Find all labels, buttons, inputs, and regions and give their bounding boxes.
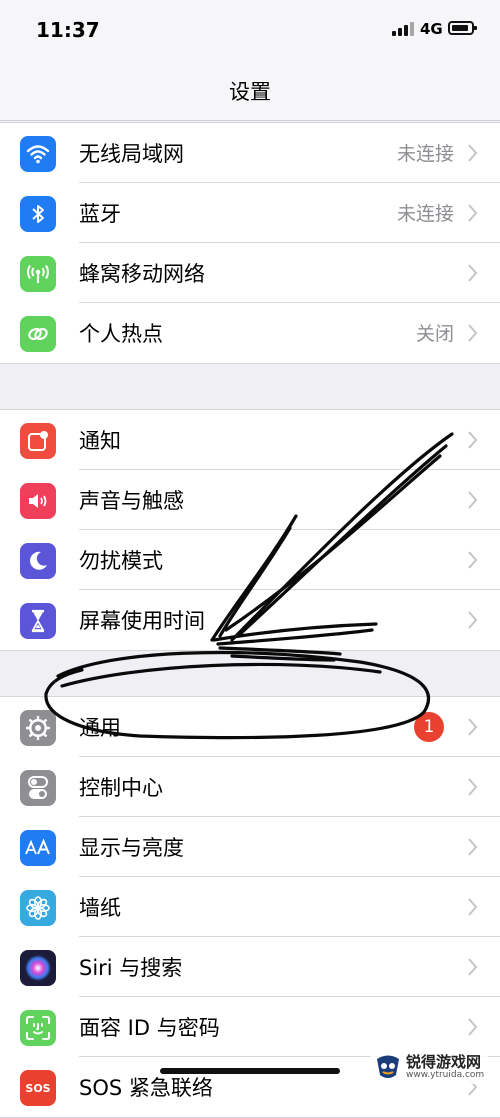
- settings-row-general[interactable]: 通用 1: [0, 697, 500, 757]
- settings-row-label: 无线局域网: [79, 142, 184, 166]
- chevron-right-icon: [468, 838, 478, 856]
- wifi-icon: [20, 136, 56, 172]
- settings-row-hotspot[interactable]: 个人热点 关闭: [0, 303, 500, 363]
- watermark-logo-icon: [374, 1053, 402, 1081]
- watermark-url: www.ytruida.com: [406, 1070, 485, 1080]
- chevron-right-icon: [468, 144, 478, 162]
- settings-row-label: Siri 与搜索: [79, 956, 183, 980]
- hotspot-link-icon: [20, 316, 56, 352]
- settings-row-label: 声音与触感: [79, 489, 184, 513]
- flower-icon: [20, 890, 56, 926]
- settings-row-face-id-passcode[interactable]: 面容 ID 与密码: [0, 997, 500, 1057]
- settings-row-label: 面容 ID 与密码: [79, 1016, 220, 1040]
- moon-icon: [20, 543, 56, 579]
- sos-icon: SOS: [20, 1070, 56, 1106]
- navigation-bar: 设置: [0, 62, 500, 121]
- notification-icon: [20, 423, 56, 459]
- settings-row-value: 关闭: [415, 323, 454, 345]
- chevron-right-icon: [468, 611, 478, 629]
- settings-row-label: 勿扰模式: [79, 549, 163, 573]
- toggle-switches-icon: [20, 770, 56, 806]
- settings-row-screen-time[interactable]: 屏幕使用时间: [0, 590, 500, 650]
- settings-row-control-center[interactable]: 控制中心: [0, 757, 500, 817]
- chevron-right-icon: [468, 1018, 478, 1036]
- settings-row-do-not-disturb[interactable]: 勿扰模式: [0, 530, 500, 590]
- settings-row-value: 未连接: [396, 143, 454, 165]
- settings-row-wifi[interactable]: 无线局域网 未连接: [0, 123, 500, 183]
- settings-row-label: 蓝牙: [79, 202, 121, 226]
- speaker-icon: [20, 483, 56, 519]
- hourglass-icon: [20, 603, 56, 639]
- bluetooth-icon: [20, 196, 56, 232]
- settings-row-label: SOS 紧急联络: [79, 1076, 213, 1100]
- siri-icon: [20, 950, 56, 986]
- update-count-badge: 1: [414, 712, 444, 742]
- watermark-name: 锐得游戏网: [406, 1053, 482, 1071]
- settings-row-label: 通用: [79, 716, 121, 740]
- settings-group-notifications: 通知 声音与触感 勿扰模式 屏幕使用时间: [0, 409, 500, 651]
- home-indicator[interactable]: [160, 1068, 340, 1074]
- settings-row-bluetooth[interactable]: 蓝牙 未连接: [0, 183, 500, 243]
- settings-row-notifications[interactable]: 通知: [0, 410, 500, 470]
- settings-row-siri-search[interactable]: Siri 与搜索: [0, 937, 500, 997]
- network-type: 4G: [420, 20, 443, 38]
- settings-row-label: 蜂窝移动网络: [79, 262, 205, 286]
- chevron-right-icon: [468, 204, 478, 222]
- face-id-icon: [20, 1010, 56, 1046]
- battery-icon: [448, 21, 477, 35]
- settings-row-sounds[interactable]: 声音与触感: [0, 470, 500, 530]
- settings-row-label: 控制中心: [79, 776, 163, 800]
- settings-row-label: 墙纸: [79, 896, 121, 920]
- chevron-right-icon: [468, 958, 478, 976]
- status-bar: 11:37 4G: [0, 0, 500, 62]
- status-time: 11:37: [36, 18, 100, 42]
- site-watermark: 锐得游戏网 www.ytruida.com: [370, 1050, 489, 1084]
- chevron-right-icon: [468, 551, 478, 569]
- settings-row-value: 未连接: [396, 203, 454, 225]
- chevron-right-icon: [468, 264, 478, 282]
- settings-row-label: 个人热点: [79, 322, 163, 346]
- text-size-icon: [20, 830, 56, 866]
- gear-icon: [20, 710, 56, 746]
- settings-row-display-brightness[interactable]: 显示与亮度: [0, 817, 500, 877]
- chevron-right-icon: [468, 431, 478, 449]
- settings-group-connectivity: 无线局域网 未连接 蓝牙 未连接 蜂窝移动网络 个人热点 关闭: [0, 122, 500, 364]
- page-title: 设置: [229, 80, 271, 104]
- settings-row-label: 屏幕使用时间: [79, 609, 205, 633]
- settings-row-label: 通知: [79, 429, 121, 453]
- chevron-right-icon: [468, 491, 478, 509]
- settings-row-label: 显示与亮度: [79, 836, 184, 860]
- chevron-right-icon: [468, 898, 478, 916]
- settings-row-cellular[interactable]: 蜂窝移动网络: [0, 243, 500, 303]
- chevron-right-icon: [468, 324, 478, 342]
- settings-row-wallpaper[interactable]: 墙纸: [0, 877, 500, 937]
- chevron-right-icon: [468, 718, 478, 736]
- cellular-signal-icon: [392, 22, 414, 36]
- chevron-right-icon: [468, 778, 478, 796]
- cellular-antenna-icon: [20, 256, 56, 292]
